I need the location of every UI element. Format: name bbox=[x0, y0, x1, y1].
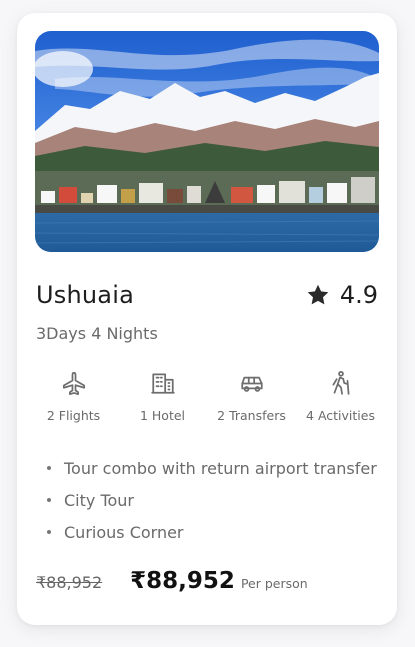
list-item: Curious Corner bbox=[43, 516, 377, 548]
package-card[interactable]: Ushuaia 4.9 3Days 4 Nights 2 Flights 1 H… bbox=[17, 13, 397, 625]
package-inclusions: 2 Flights 1 Hotel 2 Transfers 4 Activiti… bbox=[29, 370, 385, 423]
highlight-text: City Tour bbox=[64, 490, 135, 510]
bullet-icon bbox=[47, 466, 51, 470]
list-item: City Tour bbox=[43, 484, 377, 516]
bullet-icon bbox=[47, 498, 51, 502]
trip-duration: 3Days 4 Nights bbox=[36, 324, 158, 343]
plane-icon bbox=[62, 371, 85, 396]
feature-label: 2 Transfers bbox=[217, 408, 286, 423]
feature-label: 2 Flights bbox=[46, 408, 101, 423]
package-highlights: Tour combo with return airport transfer … bbox=[43, 452, 377, 548]
price-unit: Per person bbox=[240, 576, 308, 591]
car-icon bbox=[240, 376, 263, 392]
destination-photo bbox=[35, 31, 379, 252]
destination-name: Ushuaia bbox=[36, 281, 134, 309]
feature-hotel: 1 Hotel bbox=[118, 370, 207, 423]
hotel-icon bbox=[150, 373, 175, 394]
highlight-text: Curious Corner bbox=[64, 522, 184, 542]
bullet-icon bbox=[47, 530, 51, 534]
feature-label: 4 Activities bbox=[306, 408, 375, 423]
feature-activities: 4 Activities bbox=[296, 370, 385, 423]
hiker-icon bbox=[332, 370, 349, 395]
star-icon bbox=[307, 284, 329, 305]
rating-value: 4.9 bbox=[339, 281, 378, 309]
feature-transfers: 2 Transfers bbox=[207, 370, 296, 423]
current-price: ₹88,952 bbox=[130, 568, 235, 594]
price-row: ₹88,952 ₹88,952 Per person bbox=[36, 568, 378, 594]
list-item: Tour combo with return airport transfer bbox=[43, 452, 377, 484]
feature-flights: 2 Flights bbox=[29, 370, 118, 423]
feature-label: 1 Hotel bbox=[139, 408, 186, 423]
highlight-text: Tour combo with return airport transfer bbox=[64, 458, 377, 478]
original-price: ₹88,952 bbox=[36, 573, 103, 592]
rating: 4.9 bbox=[306, 281, 378, 309]
